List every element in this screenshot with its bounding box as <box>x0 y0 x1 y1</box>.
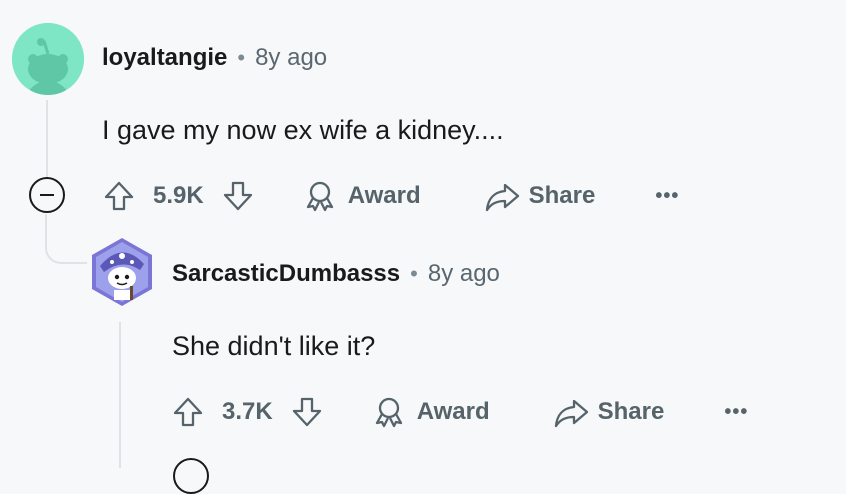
award-icon <box>375 397 402 428</box>
thread-line-main <box>46 100 48 177</box>
snoo-avatar-icon <box>12 23 84 95</box>
comment-header: SarcasticDumbasss • 8y ago <box>172 260 500 288</box>
downvote-button[interactable] <box>289 394 325 430</box>
award-button[interactable]: Award <box>371 394 490 430</box>
minus-icon <box>40 193 54 197</box>
comment-header: loyaltangie • 8y ago <box>102 44 327 72</box>
more-options-button[interactable]: ••• <box>724 401 748 424</box>
vote-count: 3.7K <box>222 398 273 425</box>
comment-actions: 5.9K Award Share ••• <box>101 176 679 216</box>
comment-body: She didn't like it? <box>172 331 376 361</box>
award-icon <box>306 181 333 212</box>
upvote-button[interactable] <box>170 394 206 430</box>
share-label: Share <box>528 182 596 209</box>
collapse-button[interactable] <box>29 177 65 213</box>
comment-actions: 3.7K Award Share ••• <box>170 392 748 432</box>
comment-body: I gave my now ex wife a kidney.... <box>102 115 504 145</box>
separator-dot: • <box>237 45 246 70</box>
downvote-arrow-icon <box>223 181 252 211</box>
upvote-arrow-icon <box>104 181 134 211</box>
thread-elbow <box>45 214 87 264</box>
share-button[interactable]: Share <box>552 394 665 430</box>
upvote-arrow-icon <box>173 397 203 427</box>
separator-dot: • <box>410 261 418 286</box>
share-arrow-icon <box>554 399 588 428</box>
avatar[interactable] <box>12 23 84 95</box>
username[interactable]: SarcasticDumbasss <box>172 260 400 288</box>
wizard-snoo-avatar-icon <box>92 238 152 306</box>
share-button[interactable]: Share <box>483 178 596 214</box>
vote-count: 5.9K <box>153 182 204 209</box>
award-label: Award <box>416 398 490 425</box>
share-label: Share <box>597 398 665 425</box>
timestamp[interactable]: 8y ago <box>428 260 500 288</box>
thread-line-reply <box>119 322 121 468</box>
more-options-button[interactable]: ••• <box>655 185 679 208</box>
username[interactable]: loyaltangie <box>102 44 227 72</box>
upvote-button[interactable] <box>101 178 137 214</box>
downvote-arrow-icon <box>292 397 321 427</box>
award-label: Award <box>347 182 421 209</box>
collapse-button[interactable] <box>173 458 209 494</box>
award-button[interactable]: Award <box>302 178 421 214</box>
share-arrow-icon <box>485 183 519 212</box>
timestamp[interactable]: 8y ago <box>255 44 327 72</box>
avatar[interactable] <box>90 236 154 308</box>
downvote-button[interactable] <box>220 178 256 214</box>
